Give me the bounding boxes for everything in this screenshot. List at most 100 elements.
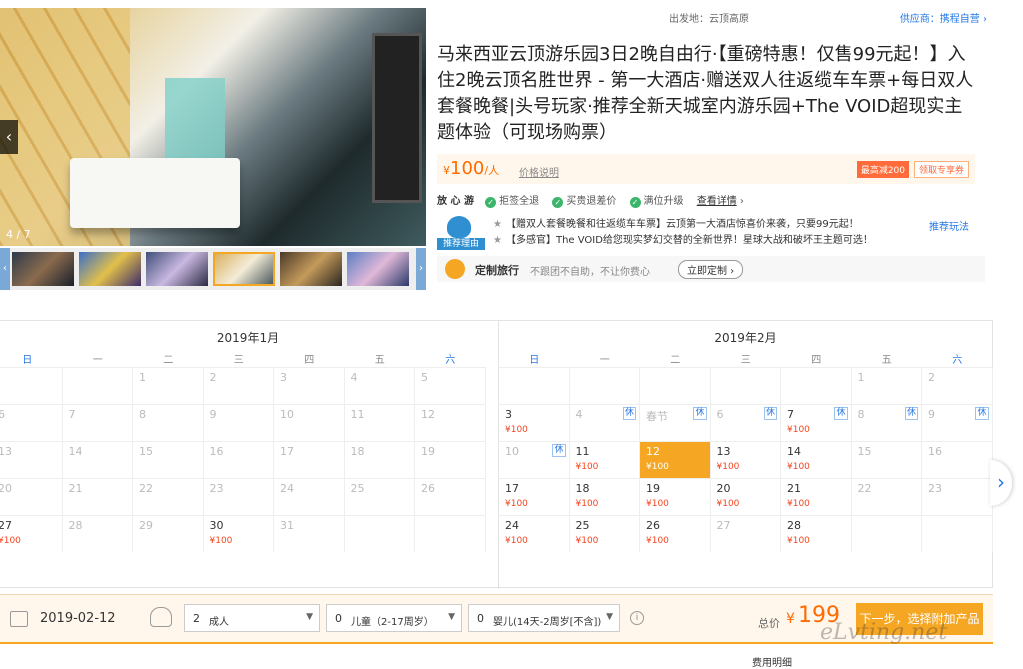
day-price: ¥100 [575,536,599,546]
calendar-day[interactable]: 19 ¥100 [640,478,711,515]
day-number: 20 [716,482,731,495]
calendar-day: 10 休 [499,441,570,478]
day-number: 14 [787,445,801,458]
calendar-day[interactable]: 28 ¥100 [781,515,852,552]
gallery-prev-icon[interactable]: ‹ [0,120,18,154]
calendar-day: 5 [415,367,486,404]
custom-trip-button[interactable]: 立即定制 › [678,260,744,279]
infants-select[interactable]: 0 婴儿(14天-2周岁[不含]) ▼ [468,604,620,632]
coupon-button[interactable]: 领取专享券 [913,161,969,178]
thumbnail[interactable] [146,252,208,286]
day-number: 22 [139,482,153,495]
calendar-month: 2019年1月 日一二三四五六 1 2 3 4 5 6 7 8 9 10 11 12 13 14 15 16 17… [0,321,496,589]
calendar-day[interactable]: 11 ¥100 [569,441,640,478]
day-number: 13 [0,445,12,458]
calendar-day[interactable]: 26 ¥100 [640,515,711,552]
calendar-icon[interactable] [10,611,28,627]
day-number: 21 [787,482,801,495]
weekday-label: 一 [599,355,610,366]
thumbnail[interactable] [12,252,74,286]
calendar-day[interactable]: 24 ¥100 [499,515,570,552]
calendar-day[interactable]: 12 ¥100 [640,441,711,478]
calendar-day: 2 [922,367,993,404]
day-number: 4 [575,408,583,421]
calendar-day: 16 [203,441,274,478]
calendar-day: 2 [203,367,274,404]
recommend-badge-label: 推荐理由 [437,238,485,250]
selected-date[interactable]: 2019-02-12 [40,611,116,626]
calendar-empty-cell [851,515,922,552]
day-number: 14 [68,445,83,458]
thumbnail-active[interactable] [213,252,275,286]
chevron-down-icon: ▼ [306,612,313,622]
weekday-label: 六 [445,355,456,366]
day-price: ¥100 [716,462,740,472]
product-title: 马来西亚云顶游乐园3日2晚自由行·【重磅特惠！仅售99元起！】入住2晚云顶名胜世… [437,44,974,143]
calendar-day[interactable]: 14 ¥100 [781,441,852,478]
calendar-day[interactable]: 20 ¥100 [710,478,781,515]
hero-photo[interactable]: ‹ 4 / 7 [0,8,426,246]
origin-text: 出发地：云顶高原 [669,14,749,25]
assurance-detail-link[interactable]: 查看详情 [697,196,737,207]
info-icon[interactable]: i [630,611,644,625]
price-value: 100 [450,158,485,179]
children-select[interactable]: 0 儿童（2-17周岁） ▼ [326,604,462,632]
calendar-day: 23 [922,478,993,515]
recommend-play-link[interactable]: 推荐玩法 [929,218,969,233]
calendar-day[interactable]: 3 ¥100 [499,404,570,441]
calendar-day[interactable]: 25 ¥100 [569,515,640,552]
calendar-day[interactable]: 17 ¥100 [499,478,570,515]
day-number: 7 [68,408,76,421]
chevron-right-icon: › [739,196,744,207]
day-number: 27 [716,519,731,532]
custom-trip-title: 定制旅行 [475,264,519,277]
calendar-next-icon[interactable]: › [990,460,1012,506]
reason-line: ★ 【多感官】The VOID给您现实梦幻交替的全新世界！星球大战和破坏王主题可选… [493,233,873,249]
calendar-day[interactable]: 13 ¥100 [710,441,781,478]
thumbnail[interactable] [79,252,141,286]
adults-select[interactable]: 2 成人 ▼ [184,604,320,632]
calendar-day[interactable]: 7 ¥100 休 [781,404,852,441]
thumbnail[interactable] [280,252,342,286]
day-number: 16 [928,445,942,458]
gallery-counter: 4 / 7 [6,228,31,241]
thumb-prev-icon[interactable]: ‹ [0,248,10,290]
supplier-link[interactable]: 供应商：携程自营 › [900,10,987,25]
calendar-day: 21 [62,478,133,515]
day-number: 20 [0,482,12,495]
day-price: ¥100 [787,536,810,546]
weekday-label: 四 [811,355,822,366]
price-note-link[interactable]: 价格说明 [519,164,559,179]
check-icon: ✓ [485,197,497,208]
weekday-label: 三 [740,355,751,366]
day-number: 11 [350,408,365,421]
calendar-day[interactable]: 21 ¥100 [781,478,852,515]
site-watermark: eLvting.net [820,620,948,645]
calendar-day[interactable]: 18 ¥100 [569,478,640,515]
calendar-day[interactable]: 30 ¥100 [203,515,274,552]
check-icon: ✓ [552,197,564,208]
day-number: 21 [68,482,83,495]
calendar-day: 8休 [851,404,922,441]
calendar-day[interactable]: 27 ¥100 [0,515,63,552]
day-number: 17 [280,445,294,458]
star-icon: ★ [493,219,502,230]
calendar-day: 4 [344,367,415,404]
infants-label: 婴儿(14天-2周岁[不含]) [493,617,602,628]
thumb-next-icon[interactable]: › [416,248,426,290]
calendar-day: 29 [133,515,204,552]
day-price: ¥100 [646,462,669,472]
weekday-label: 二 [670,355,681,366]
day-number: 28 [787,519,801,532]
day-price: ¥100 [575,462,599,472]
thumbnail[interactable] [347,252,409,286]
day-number: 27 [0,519,12,532]
calendar-day: 14 [62,441,133,478]
calendar-empty-cell [344,515,415,552]
calendar-day: 27 [710,515,781,552]
mascot-icon [447,216,471,238]
weekday-label: 三 [233,355,244,366]
weekday-label: 二 [163,355,174,366]
day-number: 11 [575,445,590,458]
calendar-day: 8 [133,404,204,441]
